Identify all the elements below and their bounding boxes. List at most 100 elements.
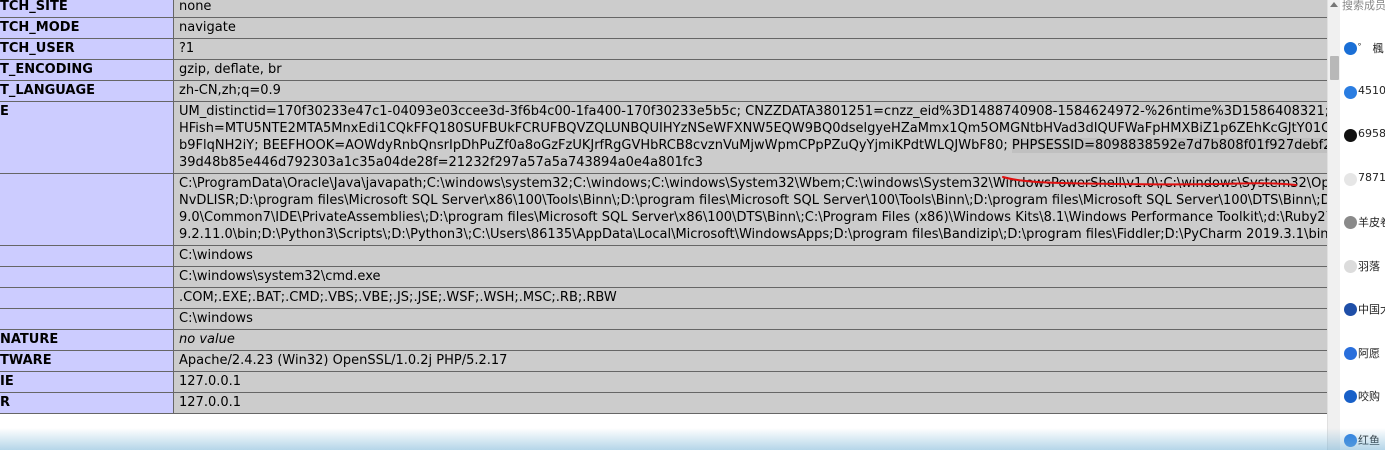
env-key: TWARE [0, 350, 174, 372]
env-key: R [0, 392, 174, 414]
env-row: .COM;.EXE;.BAT;.CMD;.VBS;.VBE;.JS;.JSE;.… [0, 287, 1327, 309]
env-value: C:\windows [173, 308, 1327, 330]
env-key: T_LANGUAGE [0, 80, 174, 102]
env-row: TWARE Apache/2.4.23 (Win32) OpenSSL/1.0.2… [0, 350, 1327, 372]
env-value-text: C:\windows [179, 311, 253, 326]
env-key: E [0, 101, 174, 174]
vertical-scrollbar[interactable] [1327, 0, 1340, 450]
env-value-text: .COM;.EXE;.BAT;.CMD;.VBS;.VBE;.JS;.JSE;.… [179, 290, 617, 305]
env-key [0, 308, 174, 330]
member-avatar [1344, 42, 1357, 55]
env-table: TCH_SITE none TCH_MODE navigate TCH_USER ?1 T_… [0, 0, 1327, 414]
env-value: none [173, 0, 1327, 18]
chat-member-item[interactable]: 羽落 [1340, 256, 1385, 280]
env-value: C:\ProgramData\Oracle\Java\javapath;C:\w… [173, 173, 1327, 246]
env-value: .COM;.EXE;.BAT;.CMD;.VBS;.VBE;.JS;.JSE;.… [173, 287, 1327, 309]
member-avatar [1344, 259, 1357, 273]
env-value-text: C:\windows\system32\cmd.exe [179, 269, 381, 284]
env-key: NATURE [0, 329, 174, 351]
env-key [0, 173, 174, 246]
env-value-line: b9FlqNH2iY; BEEFHOOK=AOWdyRnbQnsrIpDhPuZ… [179, 137, 1327, 154]
env-value: 127.0.0.1 [173, 392, 1327, 414]
member-avatar [1344, 85, 1357, 99]
env-value: C:\windows [173, 245, 1327, 267]
env-key: T_ENCODING [0, 59, 174, 81]
env-value-text: none [179, 0, 212, 14]
member-avatar [1344, 172, 1357, 186]
env-value: 127.0.0.1 [173, 371, 1327, 393]
env-value-line: UM_distinctid=170f30233e47c1-04093e03cce… [179, 103, 1327, 120]
chat-member-item[interactable]: 红鱼 [1340, 430, 1385, 450]
env-row: TCH_USER ?1 [0, 38, 1327, 60]
member-name: 6958 [1358, 127, 1385, 140]
member-avatar [1344, 303, 1357, 316]
env-value-line: HFish=MTU5NTE2MTA5MnxEdi1CQkFFQ180SUFBUk… [179, 120, 1327, 137]
chat-member-item[interactable]: 羊皮卷 [1340, 212, 1385, 236]
chat-member-item[interactable]: 阿愿 [1340, 343, 1385, 367]
env-value-line: 9.0\Common7\IDE\PrivateAssemblies\;D:\pr… [179, 209, 1327, 226]
member-name: 4510 [1358, 83, 1385, 97]
env-value-text: C:\windows [179, 248, 253, 263]
chat-member-item[interactable]: 7871 [1340, 169, 1385, 193]
member-name: ゜ 楓 [1358, 42, 1384, 55]
phpinfo-environment-table: TCH_SITE none TCH_MODE navigate TCH_USER ?1 T_… [0, 0, 1327, 450]
env-value-line-text: 9.2.11.0\bin;D:\Python3\Scripts\;D:\Pyth… [179, 227, 1327, 242]
member-avatar [1344, 216, 1357, 229]
env-key: TCH_SITE [0, 0, 174, 18]
env-value: no value [173, 329, 1327, 351]
env-value: C:\windows\system32\cmd.exe [173, 266, 1327, 288]
env-value-text: navigate [179, 20, 236, 35]
env-value: navigate [173, 17, 1327, 39]
scroll-up-arrow-icon[interactable] [1330, 2, 1338, 7]
chat-member-item[interactable]: 中国大 [1340, 299, 1385, 323]
env-row: R 127.0.0.1 [0, 392, 1327, 414]
member-search-label[interactable]: 搜索成员 [1342, 0, 1385, 13]
env-value-text: 127.0.0.1 [179, 374, 242, 389]
chat-member-item[interactable]: 咬购 [1340, 386, 1385, 410]
env-row: T_ENCODING gzip, deflate, br [0, 59, 1327, 81]
env-row: C:\windows [0, 308, 1327, 330]
env-value-line-text: NvDLISR;D:\program files\Microsoft SQL S… [179, 193, 1327, 208]
env-value-text: ?1 [179, 41, 195, 56]
chat-member-item[interactable]: ゜ 楓 [1340, 38, 1385, 62]
member-name: 羊皮卷 [1358, 216, 1385, 229]
env-value-line-text: HFish=MTU5NTE2MTA5MnxEdi1CQkFFQ180SUFBUk… [179, 121, 1327, 136]
env-row: IE 127.0.0.1 [0, 371, 1327, 393]
env-key: TCH_MODE [0, 17, 174, 39]
member-avatar [1344, 433, 1357, 447]
env-value: ?1 [173, 38, 1327, 60]
env-row: T_LANGUAGE zh-CN,zh;q=0.9 [0, 80, 1327, 102]
member-name: 中国大 [1358, 303, 1385, 316]
chat-member-item[interactable]: 6958 [1340, 125, 1385, 149]
env-value-text: gzip, deflate, br [179, 62, 282, 77]
env-value-line: 9.2.11.0\bin;D:\Python3\Scripts\;D:\Pyth… [179, 226, 1327, 243]
member-avatar [1344, 129, 1357, 142]
member-avatar [1344, 390, 1357, 403]
env-value-line-text: b9FlqNH2iY; BEEFHOOK=AOWdyRnbQnsrIpDhPuZ… [179, 138, 1012, 153]
env-key: TCH_USER [0, 38, 174, 60]
env-row: TCH_SITE none [0, 0, 1327, 18]
env-row: C:\windows [0, 245, 1327, 267]
env-row: C:\windows\system32\cmd.exe [0, 266, 1327, 288]
env-row: C:\ProgramData\Oracle\Java\javapath;C:\w… [0, 173, 1327, 246]
member-name: 咬购 [1358, 390, 1380, 403]
env-row: TCH_MODE navigate [0, 17, 1327, 39]
member-name: 阿愿 [1358, 346, 1380, 360]
chat-member-item[interactable]: 4510 [1340, 82, 1385, 106]
env-row: E UM_distinctid=170f30233e47c1-04093e03cc… [0, 101, 1327, 174]
env-row: NATURE no value [0, 329, 1327, 351]
env-value: UM_distinctid=170f30233e47c1-04093e03cce… [173, 101, 1327, 174]
env-value-text: Apache/2.4.23 (Win32) OpenSSL/1.0.2j PHP… [179, 353, 508, 368]
phpsessid-highlight: PHPSESSID=8098838592e7d7b808f01f927debf2… [1011, 138, 1327, 153]
env-value-text: 127.0.0.1 [179, 395, 242, 410]
env-value-line-text: C:\ProgramData\Oracle\Java\javapath;C:\w… [179, 176, 1327, 191]
env-key: IE [0, 371, 174, 393]
env-value-line-text: 9.0\Common7\IDE\PrivateAssemblies\;D:\pr… [179, 210, 1327, 225]
member-name: 羽落 [1358, 259, 1380, 273]
env-value-text: zh-CN,zh;q=0.9 [179, 83, 281, 98]
env-value: zh-CN,zh;q=0.9 [173, 80, 1327, 102]
chat-member-panel: 搜索成员 ゜ 楓 4510 6958 7871 羊皮卷羽落中国大阿愿咬购红鱼 [1340, 0, 1385, 450]
env-value: gzip, deflate, br [173, 59, 1327, 81]
env-value-line: NvDLISR;D:\program files\Microsoft SQL S… [179, 192, 1327, 209]
scroll-thumb[interactable] [1330, 56, 1339, 80]
